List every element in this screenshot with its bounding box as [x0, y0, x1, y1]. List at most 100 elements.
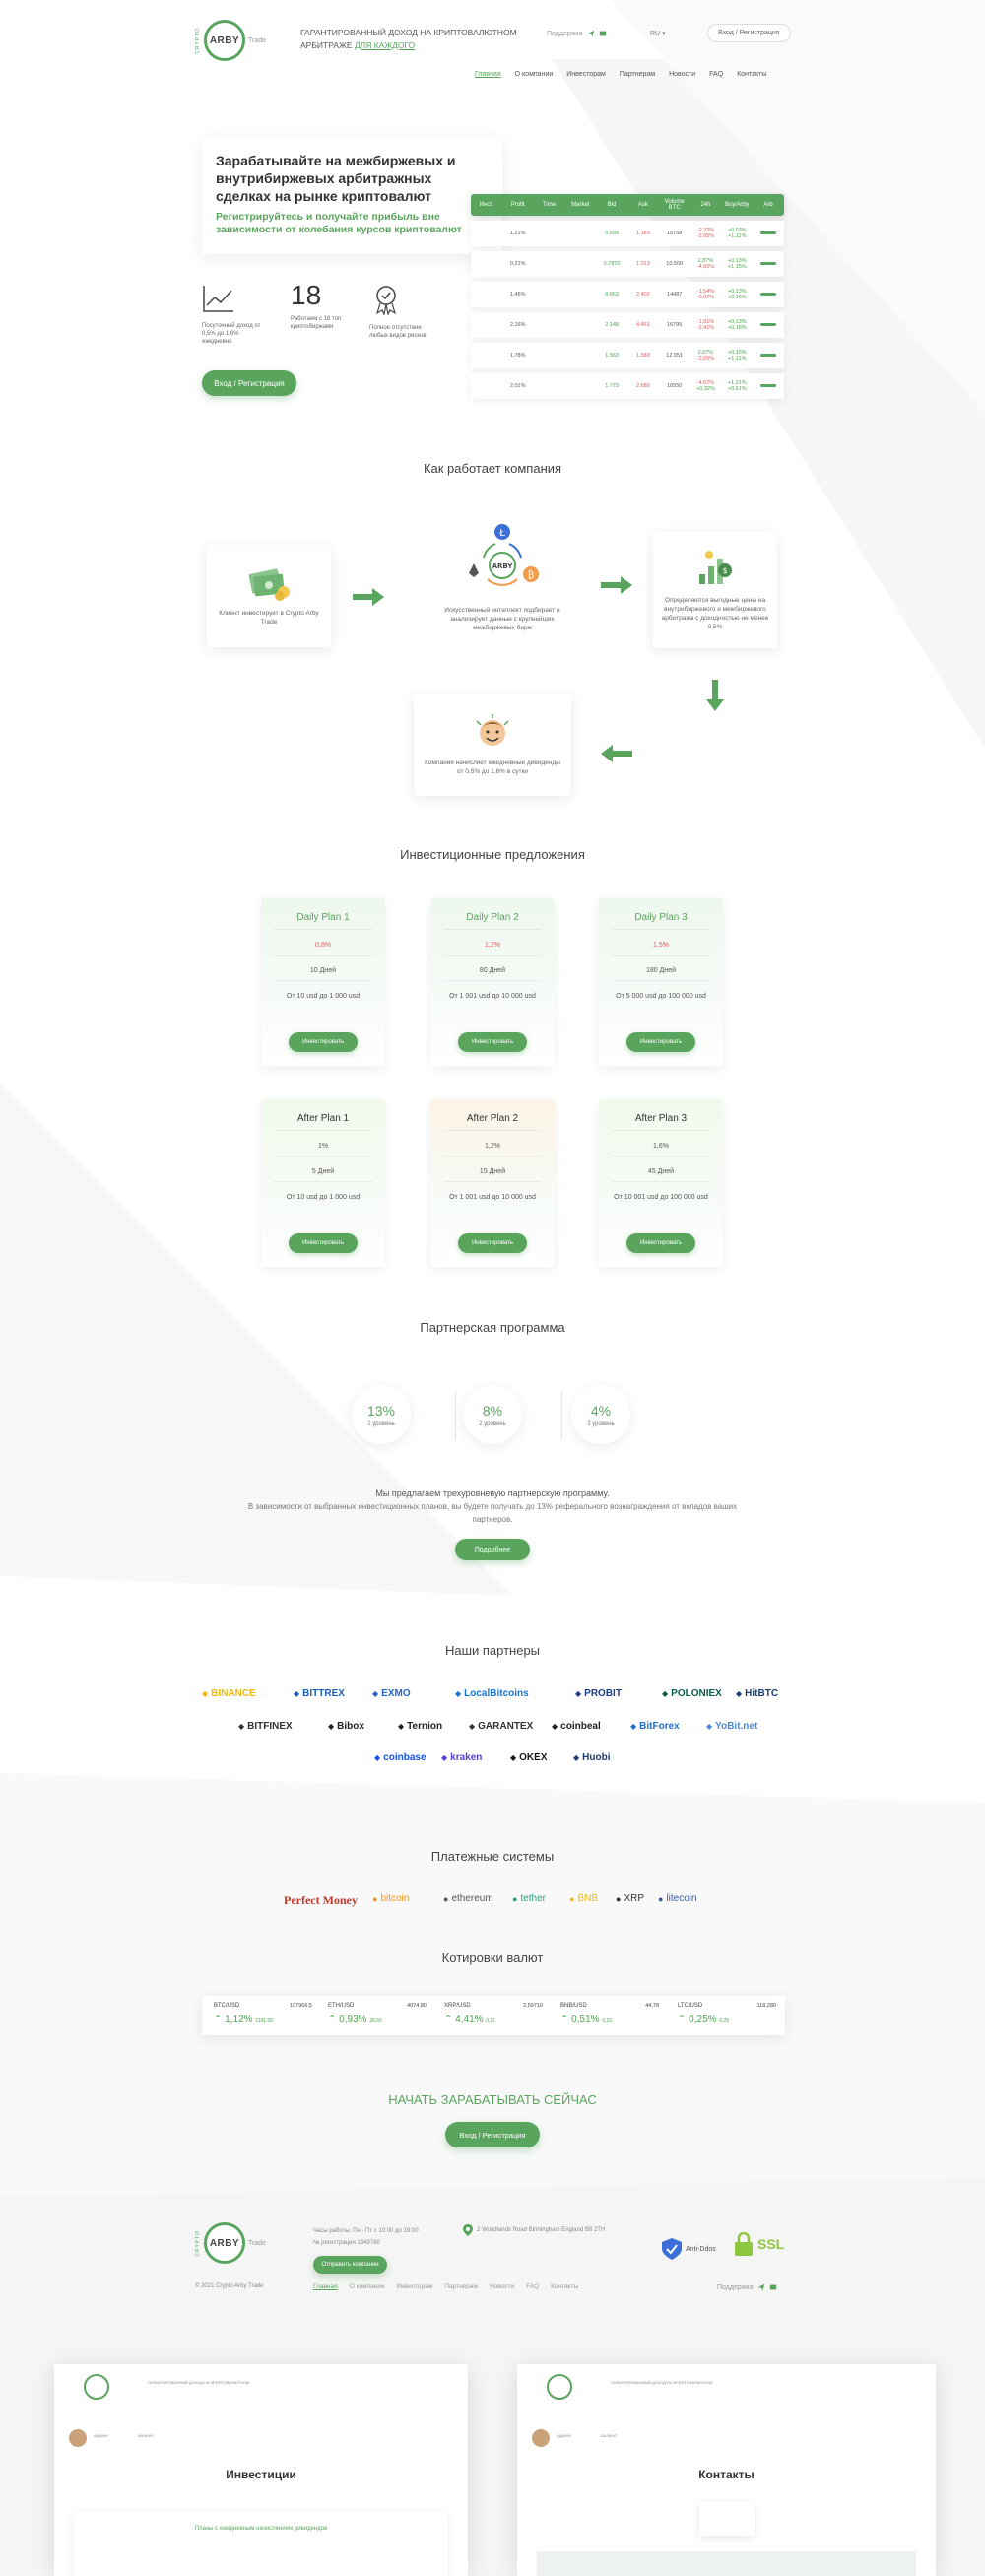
nav-item[interactable]: Партнерам	[620, 71, 655, 78]
payment-logo-text: bitcoin	[380, 1893, 410, 1904]
payment-logo-text: litecoin	[666, 1893, 697, 1904]
partner-level: 4% 3 уровень	[571, 1385, 630, 1444]
telegram-icon[interactable]	[587, 30, 595, 37]
invest-button[interactable]: Инвестировать	[626, 1233, 695, 1253]
mail-icon[interactable]	[599, 30, 607, 37]
partner-logo[interactable]: ◆ coinbeal	[552, 1721, 601, 1732]
quote-price: 4074,80	[407, 2003, 427, 2009]
arbitrage-header-cell: Market	[571, 202, 590, 208]
invest-button[interactable]: Инвестировать	[289, 1032, 358, 1052]
quote-change-sub: 0,29	[719, 2018, 730, 2024]
footer-nav-item[interactable]: Новости	[490, 2283, 514, 2290]
arbitrage-cell: 2,16%	[509, 322, 526, 328]
arbitrage-action-button[interactable]	[760, 293, 777, 296]
arbitrage-row: 0,21% 0.7870 1.013 10.500 2,87% -4,50% +0,13% +…	[471, 251, 784, 277]
partner-logo[interactable]: ◆ BINANCE	[202, 1688, 256, 1699]
invest-button[interactable]: Инвестировать	[458, 1233, 527, 1253]
hero-card: Зарабатывайте на межбиржевых и внутрибир…	[202, 138, 502, 254]
arbitrage-action-button[interactable]	[760, 231, 777, 234]
quote-change-value: 1,12%	[225, 2015, 253, 2025]
partner-logo[interactable]: ◆ HitBTC	[736, 1688, 778, 1699]
map-pin-icon	[463, 2224, 473, 2236]
footer-nav-item[interactable]: О компании	[350, 2283, 385, 2290]
partner-logo[interactable]: ◆ Ternion	[398, 1721, 442, 1732]
header-logo[interactable]: CRYPTO ARBY Trade	[195, 20, 266, 61]
preview-left-title: Инвестиции	[226, 2468, 296, 2481]
arbitrage-change-sub: +0,16%	[727, 295, 747, 300]
arbitrage-table-header: Инст. Profit Time Market Bid Ask Volume BTC 24h…	[471, 194, 784, 216]
partner-logo[interactable]: ◆ PROBIT	[575, 1688, 622, 1699]
partner-logo[interactable]: ◆ Bibox	[328, 1721, 364, 1732]
logo-ring: ARBY	[204, 20, 245, 61]
arbitrage-ghost-header: · · · · · · · · · ·	[486, 182, 769, 188]
quote-change-value: 0,51%	[571, 2015, 600, 2025]
partner-logo[interactable]: ◆ BitForex	[630, 1721, 680, 1732]
preview-avatar	[69, 2429, 87, 2447]
footer-contact-button[interactable]: Отправить компании	[313, 2256, 387, 2274]
partner-logo[interactable]: ◆ EXMO	[372, 1688, 411, 1699]
arrow-up-icon: ⌃	[214, 2015, 226, 2025]
footer-support[interactable]: Поддержка	[717, 2283, 777, 2291]
language-selector[interactable]: RU ▾	[650, 30, 666, 37]
footer-mail-icon[interactable]	[769, 2283, 777, 2291]
partner-logo[interactable]: ◆ coinbase	[374, 1752, 427, 1763]
tagline-line2a: АРБИТРАЖЕ	[300, 40, 355, 50]
arbitrage-action-button[interactable]	[760, 262, 777, 265]
partner-logo[interactable]: ◆ LocalBitcoins	[455, 1688, 529, 1699]
login-button[interactable]: Вход / Регистрация	[707, 24, 791, 42]
arbitrage-cell: 0.993	[605, 231, 619, 236]
partner-level-label: 2 уровень	[479, 1420, 506, 1427]
partner-logo-icon: ◆	[575, 1689, 582, 1698]
quote-change-value: 0,93%	[339, 2015, 367, 2025]
footer-nav-item[interactable]: Контакты	[551, 2283, 578, 2290]
partner-logo[interactable]: ◆ YoBit.net	[706, 1721, 757, 1732]
payment-logo: ● bitcoin	[372, 1893, 409, 1904]
arbitrage-action-button[interactable]	[760, 354, 777, 357]
partner-logo[interactable]: ◆ Huobi	[573, 1752, 610, 1763]
plan-rate: 1%	[317, 1143, 329, 1150]
invest-button[interactable]: Инвестировать	[289, 1233, 358, 1253]
partner-logo[interactable]: ◆ BITTREX	[294, 1688, 345, 1699]
cta-login-button[interactable]: Вход / Регистрация	[445, 2122, 540, 2147]
nav-item[interactable]: Главная	[475, 71, 501, 78]
footer-support-label: Поддержка	[717, 2283, 754, 2291]
invest-button[interactable]: Инвестировать	[626, 1032, 695, 1052]
nav-item[interactable]: О компании	[515, 71, 554, 78]
stat-exchanges: 18 Работаем с 18 топ криптобиржами	[291, 280, 350, 331]
nav-item[interactable]: Новости	[669, 71, 695, 78]
arbitrage-row: 2,01% 1.773 2.680 10550 -4,67% +0,32% +1,31% +0…	[471, 373, 784, 399]
plan-range: От 5 000 usd до 100 000 usd	[616, 993, 706, 1000]
nav-item[interactable]: FAQ	[709, 71, 723, 78]
partner-more-button[interactable]: Подробнее	[455, 1539, 530, 1560]
partner-logo-text: OKEX	[519, 1752, 548, 1763]
payment-logo-icon: ●	[658, 1893, 664, 1904]
nav-item[interactable]: Контакты	[737, 71, 766, 78]
nav-item[interactable]: Инвесторам	[566, 71, 606, 78]
partner-logo[interactable]: ◆ OKEX	[510, 1752, 548, 1763]
footer-nav-item[interactable]: Партнерам	[444, 2283, 478, 2290]
partner-logo[interactable]: ◆ POLONIEX	[662, 1688, 722, 1699]
footer-logo[interactable]: CRYPTO ARBY Trade	[195, 2222, 266, 2264]
header-support[interactable]: Поддержка	[547, 30, 607, 37]
partner-level: 8% 2 уровень	[463, 1385, 522, 1444]
footer-nav-item[interactable]: FAQ	[526, 2283, 539, 2290]
partner-logo[interactable]: ◆ GARANTEX	[469, 1721, 533, 1732]
arrow-up-icon: ⌃	[328, 2015, 340, 2025]
plan-range: От 10 usd до 1 000 usd	[286, 993, 361, 1000]
hero-login-button[interactable]: Вход / Регистрация	[202, 370, 296, 396]
invest-button[interactable]: Инвестировать	[458, 1032, 527, 1052]
footer-nav-item[interactable]: Главная	[313, 2283, 338, 2290]
footer-nav-item[interactable]: Инвесторам	[397, 2283, 433, 2290]
plan-card: After Plan 2 1,2% 15 Дней От 1 001 usd до 1…	[430, 1099, 555, 1267]
partner-logo-icon: ◆	[294, 1689, 300, 1698]
arbitrage-cell: +0,13% +0,16%	[721, 289, 753, 300]
arbitrage-cell	[753, 322, 784, 328]
arbitrage-action-button[interactable]	[760, 323, 777, 326]
arbitrage-action-button[interactable]	[760, 384, 777, 387]
partner-logo[interactable]: ◆ BITFINEX	[238, 1721, 293, 1732]
partner-logo[interactable]: ◆ kraken	[441, 1752, 482, 1763]
money-icon	[248, 568, 290, 601]
partner-logo-icon: ◆	[662, 1689, 669, 1698]
footer-telegram-icon[interactable]	[757, 2283, 765, 2291]
plan-days: 15 Дней	[479, 1168, 506, 1175]
